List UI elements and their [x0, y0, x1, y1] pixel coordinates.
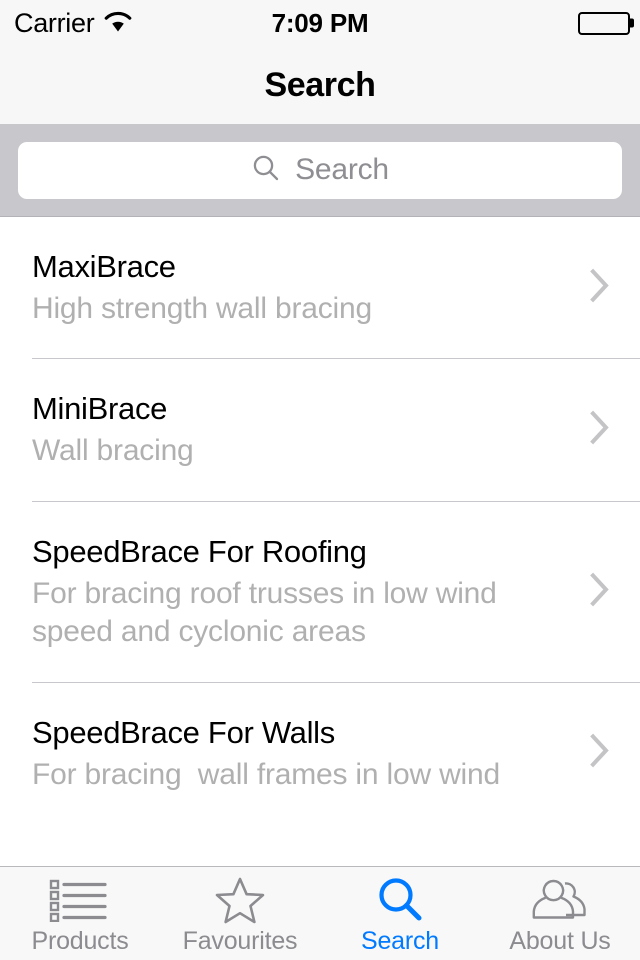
- list-bullet-icon: [49, 877, 111, 923]
- list-item-title: SpeedBrace For Walls: [32, 714, 335, 750]
- tab-label-about-us: About Us: [509, 927, 611, 955]
- chevron-right-icon: [590, 572, 610, 611]
- tab-about-us[interactable]: About Us: [480, 867, 640, 960]
- tab-products[interactable]: Products: [0, 867, 160, 960]
- list-item-title: SpeedBrace For Roofing: [32, 533, 367, 569]
- list-item-subtitle: For bracing roof trusses in low wind spe…: [32, 576, 505, 649]
- chevron-right-icon: [590, 734, 610, 773]
- search-bar-container: Search: [0, 124, 640, 217]
- list-item-text: MaxiBrace High strength wall bracing: [32, 247, 640, 328]
- search-placeholder: Search: [295, 153, 389, 186]
- tab-favourites[interactable]: Favourites: [160, 867, 320, 960]
- people-icon: [532, 877, 588, 923]
- tab-search[interactable]: Search: [320, 867, 480, 960]
- list-item-text: SpeedBrace For Roofing For bracing roof …: [32, 532, 640, 652]
- list-item[interactable]: SpeedBrace For Roofing For bracing roof …: [0, 501, 640, 682]
- tab-label-search: Search: [360, 927, 439, 955]
- list-item[interactable]: SpeedBrace For Walls For bracing wall fr…: [0, 682, 640, 825]
- search-icon: [376, 877, 424, 923]
- list-item-subtitle: High strength wall bracing: [32, 292, 372, 326]
- list-item-text: MiniBrace Wall bracing: [32, 389, 640, 470]
- list-item-title: MaxiBrace: [32, 249, 176, 284]
- status-bar-time: 7:09 PM: [271, 7, 369, 38]
- list-item-text: SpeedBrace For Walls For bracing wall fr…: [32, 713, 640, 794]
- list-item[interactable]: MiniBrace Wall bracing: [0, 359, 640, 501]
- app-screen: Carrier 7:09 PM Search Search MaxiBrace …: [0, 0, 640, 960]
- chevron-right-icon: [590, 268, 610, 307]
- battery-full-icon: [578, 11, 634, 35]
- search-input[interactable]: Search: [18, 141, 622, 199]
- page-title: Search: [264, 65, 376, 104]
- list-item-subtitle: Wall bracing: [32, 434, 194, 468]
- list-item-subtitle: For bracing wall frames in low wind: [32, 757, 500, 791]
- status-bar-right: [578, 11, 634, 35]
- tab-label-favourites: Favourites: [182, 927, 298, 955]
- list-item-title: MiniBrace: [32, 391, 168, 427]
- search-results-list[interactable]: MaxiBrace High strength wall bracing Min…: [0, 217, 640, 866]
- star-outline-icon: [214, 877, 266, 924]
- chevron-right-icon: [590, 410, 610, 450]
- status-bar: Carrier 7:09 PM: [0, 0, 640, 46]
- search-icon: [251, 153, 281, 188]
- navigation-bar: Search: [0, 46, 640, 124]
- list-item[interactable]: MaxiBrace High strength wall bracing: [0, 217, 640, 359]
- tab-bar: Products Favourites Search About Us: [0, 866, 640, 960]
- tab-label-products: Products: [31, 927, 129, 955]
